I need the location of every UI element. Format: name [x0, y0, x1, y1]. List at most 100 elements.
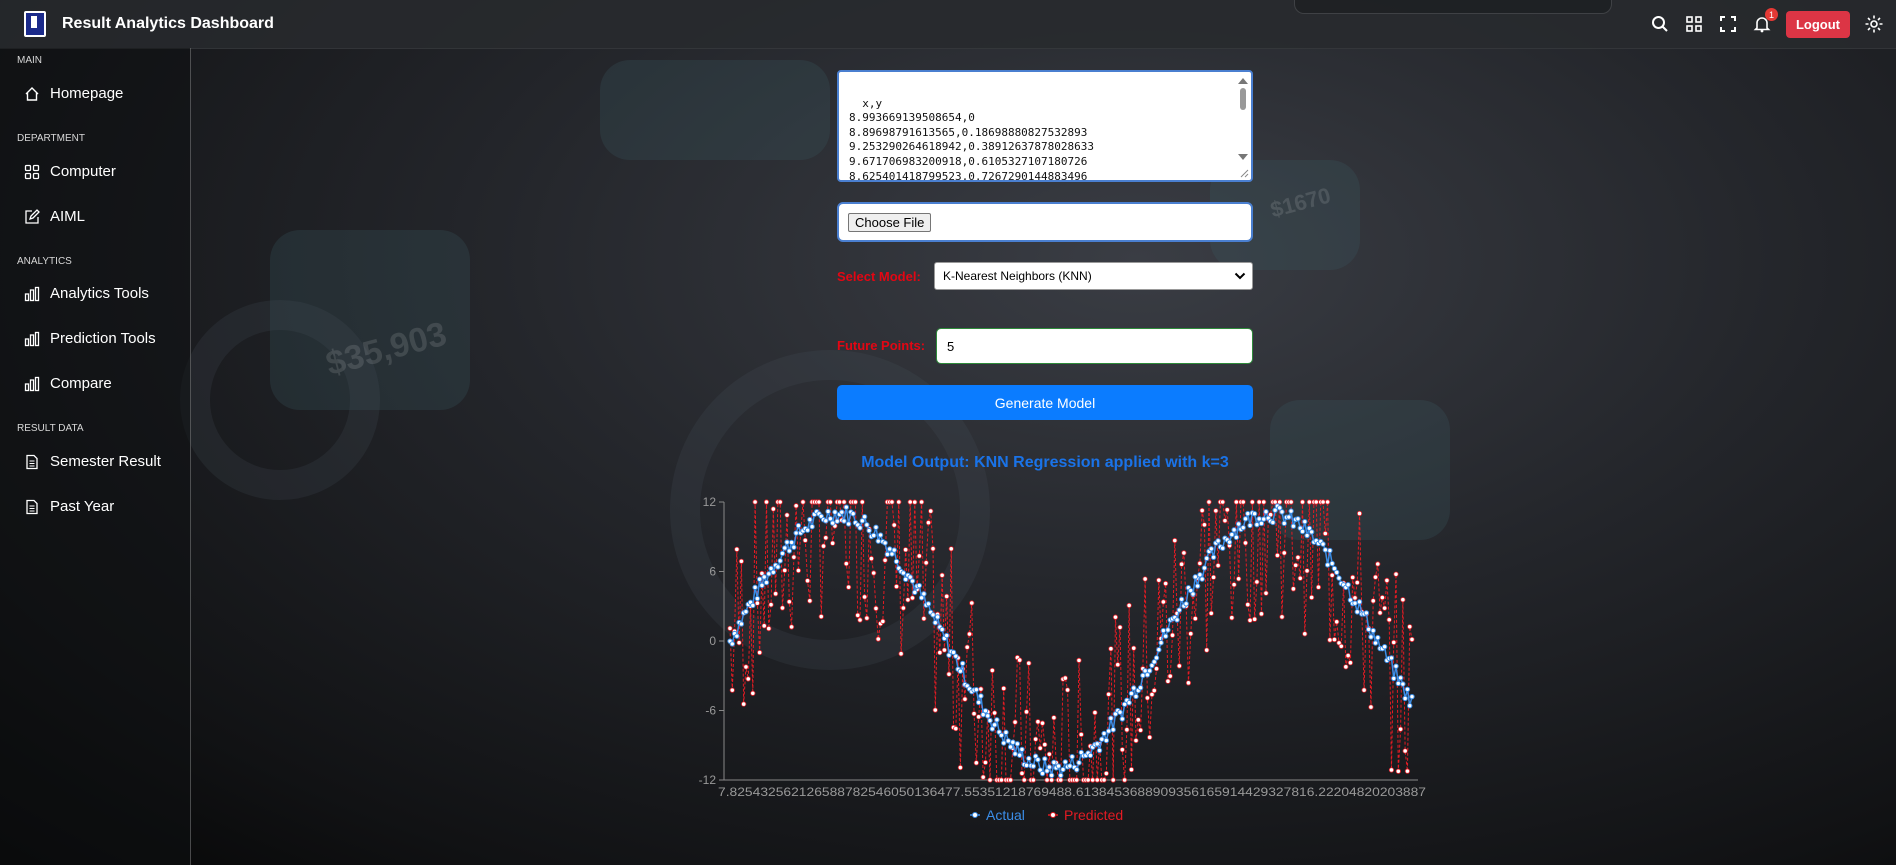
sidebar-item-compare[interactable]: Compare [24, 375, 112, 392]
sidebar-item-label: Analytics Tools [50, 285, 149, 302]
predicted-point [987, 777, 993, 783]
model-select[interactable]: K-Nearest Neighbors (KNN) [934, 262, 1253, 290]
actual-point [850, 511, 856, 517]
actual-point [1270, 519, 1276, 526]
predicted-point [784, 512, 790, 518]
predicted-point [966, 631, 973, 637]
predicted-point [1261, 499, 1267, 505]
search-bar-dropdown[interactable] [1294, 0, 1612, 14]
predicted-point [925, 520, 932, 526]
predicted-point [1106, 691, 1112, 697]
predicted-point [1007, 777, 1014, 783]
predicted-point [1122, 777, 1128, 783]
predicted-point [1210, 574, 1217, 580]
predicted-point [998, 777, 1005, 783]
actual-point [1233, 534, 1240, 541]
gear-icon[interactable] [1864, 14, 1884, 34]
predicted-point [745, 676, 751, 682]
actual-point [1133, 693, 1139, 700]
predicted-point [782, 567, 788, 573]
actual-point [1103, 737, 1110, 744]
textarea-scrollbar[interactable] [1237, 76, 1249, 162]
actual-point [959, 660, 966, 667]
predicted-point [1354, 579, 1360, 586]
predicted-point [841, 499, 847, 505]
predicted-point [1288, 499, 1294, 505]
sidebar-item-semester-result[interactable]: Semester Result [24, 453, 161, 470]
fullscreen-icon[interactable] [1718, 14, 1738, 34]
csv-data-textarea[interactable]: x,y 8.993669139508654,0 8.89698791613565… [837, 70, 1253, 182]
predicted-point [729, 687, 735, 693]
predicted-point [1242, 540, 1249, 546]
sidebar-item-prediction-tools[interactable]: Prediction Tools [24, 330, 156, 347]
sidebar-item-analytics-tools[interactable]: Analytics Tools [24, 285, 149, 302]
actual-point [998, 732, 1005, 738]
sidebar-item-computer[interactable]: Computer [24, 163, 116, 180]
section-label-analytics: ANALYTICS [17, 256, 72, 267]
predicted-point [1345, 653, 1351, 659]
predicted-point [1402, 748, 1408, 754]
predicted-point [900, 605, 906, 611]
predicted-point [1274, 552, 1281, 558]
actual-point [957, 668, 964, 674]
actual-point [1240, 524, 1246, 531]
search-icon[interactable] [1650, 14, 1670, 34]
actual-point [866, 527, 872, 534]
generate-model-button[interactable]: Generate Model [837, 385, 1253, 420]
sidebar-item-homepage[interactable]: Homepage [24, 85, 123, 102]
sidebar-item-label: Past Year [50, 498, 115, 515]
predicted-point [1331, 636, 1338, 643]
chevron-down-icon [1234, 272, 1246, 280]
predicted-point [1119, 747, 1125, 753]
apps-grid-icon[interactable] [1684, 14, 1704, 34]
actual-point [1393, 663, 1399, 669]
notification-badge: 1 [1764, 8, 1778, 21]
predicted-point [1382, 605, 1388, 611]
actual-point [1051, 759, 1057, 766]
predicted-point [1215, 562, 1221, 569]
actual-point [1197, 572, 1203, 578]
actual-point [1391, 675, 1397, 682]
actual-point [827, 515, 834, 522]
actual-point [1076, 760, 1082, 766]
predicted-point [1181, 550, 1187, 556]
actual-point [1194, 583, 1201, 589]
sidebar-item-past-year[interactable]: Past Year [24, 498, 114, 515]
predicted-point [882, 557, 888, 563]
predicted-point [763, 499, 770, 505]
predicted-point [1112, 614, 1119, 620]
actual-point [934, 614, 941, 620]
predicted-point [893, 583, 900, 590]
actual-point [1229, 531, 1235, 538]
predicted-point [1240, 499, 1246, 505]
logout-button[interactable]: Logout [1785, 10, 1850, 38]
legend-swatch-point [972, 812, 978, 818]
predicted-point [1023, 709, 1030, 715]
actual-point [1400, 681, 1406, 687]
future-points-input[interactable]: 5 [936, 328, 1253, 364]
actual-point [841, 518, 847, 524]
bell-icon[interactable]: 1 [1752, 8, 1778, 34]
section-label-department: DEPARTMENT [17, 133, 85, 144]
actual-point [1099, 736, 1105, 742]
actual-point [1363, 610, 1370, 616]
actual-point [953, 653, 959, 659]
sidebar-item-label: AIML [50, 208, 86, 225]
actual-point [729, 641, 735, 647]
choose-file-button[interactable]: Choose File [848, 212, 932, 232]
actual-point [839, 509, 845, 515]
predicted-point [1350, 574, 1356, 580]
predicted-point [1299, 499, 1306, 505]
actual-point [1327, 547, 1333, 554]
resize-handle[interactable] [1239, 168, 1249, 178]
sidebar-item-aiml[interactable]: AIML [24, 208, 85, 225]
actual-point [991, 722, 998, 728]
predicted-point [1062, 675, 1068, 681]
actual-point [1231, 527, 1237, 533]
y-tick-label: 12 [703, 495, 717, 509]
predicted-point [1169, 632, 1176, 638]
predicted-point [1058, 777, 1064, 783]
actual-point [734, 633, 740, 639]
actual-point [1128, 690, 1135, 697]
predicted-point [1281, 550, 1287, 556]
